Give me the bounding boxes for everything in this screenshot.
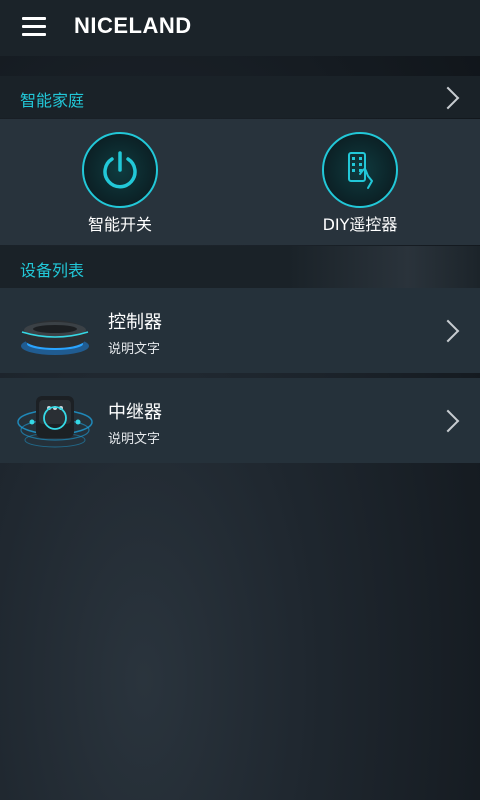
chevron-right-icon — [436, 319, 460, 343]
device-list-header-label: 设备列表 — [20, 261, 85, 280]
hamburger-menu-icon[interactable] — [18, 12, 52, 40]
smart-switch-button[interactable]: 智能开关 — [40, 119, 200, 245]
list-item-controller[interactable]: 控制器 说明文字 — [0, 288, 480, 373]
diy-remote-label: DIY遥控器 — [322, 215, 398, 234]
repeater-title: 中继器 — [108, 402, 162, 423]
smart-home-shortcuts: 智能开关 DIY遥控器 — [0, 119, 480, 245]
app-title: NICELAND — [74, 13, 192, 38]
power-icon — [82, 132, 158, 208]
device-list-header: 设备列表 — [0, 246, 480, 288]
repeater-device-icon — [17, 396, 93, 448]
controller-device-icon — [21, 320, 89, 355]
smart-home-header-label: 智能家庭 — [20, 91, 85, 110]
diy-remote-button[interactable]: DIY遥控器 — [280, 119, 440, 245]
chevron-right-icon — [436, 86, 460, 110]
smart-switch-label: 智能开关 — [87, 215, 152, 234]
controller-title: 控制器 — [108, 312, 162, 333]
list-item-repeater[interactable]: 中继器 说明文字 — [0, 378, 480, 463]
remote-control-icon — [322, 132, 398, 208]
smart-home-header[interactable]: 智能家庭 — [0, 76, 480, 118]
top-app-bar: NICELAND — [0, 0, 480, 56]
repeater-subtitle: 说明文字 — [108, 432, 161, 447]
chevron-right-icon — [436, 409, 460, 433]
controller-subtitle: 说明文字 — [108, 342, 161, 357]
